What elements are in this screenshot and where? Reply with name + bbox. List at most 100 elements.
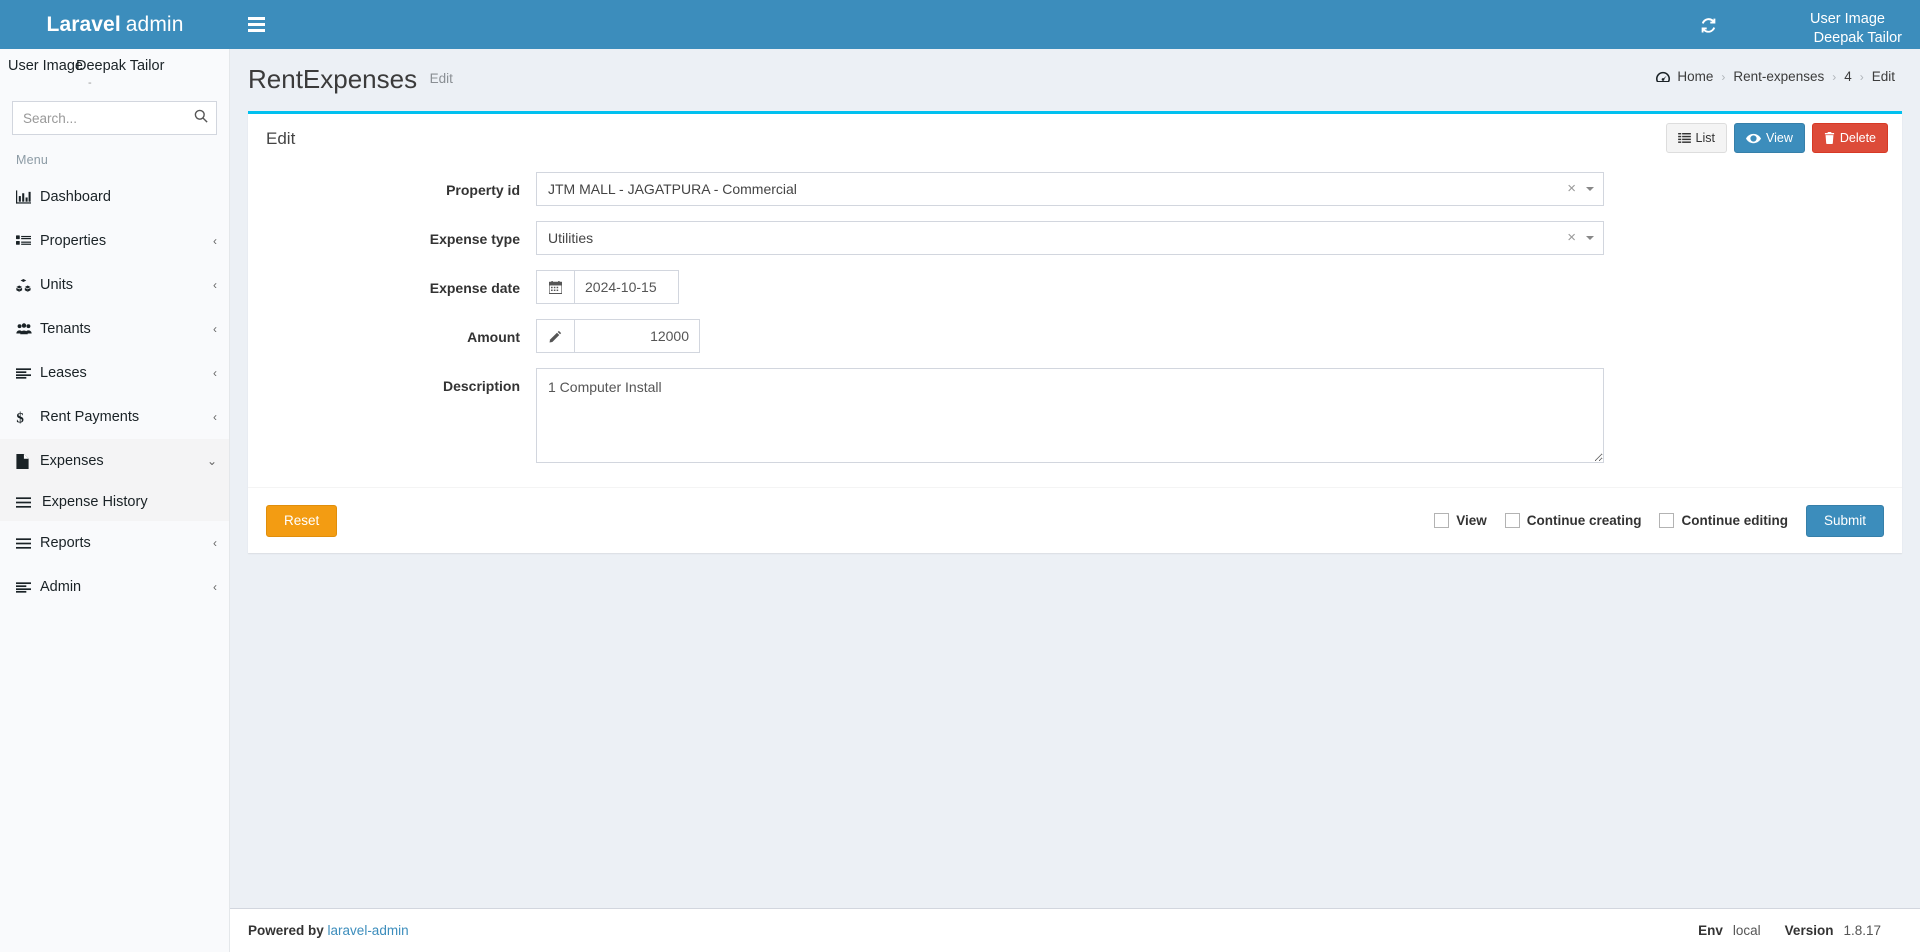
page-title: RentExpenses xyxy=(248,64,418,94)
caret-down-icon[interactable] xyxy=(1586,187,1594,191)
dollar-icon: $ xyxy=(16,410,40,424)
property-id-clear-icon[interactable]: × xyxy=(1567,179,1576,199)
navbar-user-menu[interactable]: User Image Deepak Tailor xyxy=(1730,10,1920,48)
description-control: 1 Computer Install xyxy=(536,368,1884,468)
calendar-icon xyxy=(536,270,574,304)
edit-form-box: Edit List View Delete Property id JTM MA… xyxy=(248,111,1902,553)
view-button[interactable]: View xyxy=(1733,123,1805,153)
sidebar-subitem-label: Expense History xyxy=(42,494,148,510)
sidebar-item-caret: ‹ xyxy=(213,322,217,336)
expense-type-value: Utilities xyxy=(548,230,594,246)
sidebar-toggle-button[interactable] xyxy=(230,0,282,49)
expense-type-select[interactable]: Utilities × xyxy=(536,221,1604,255)
pencil-icon xyxy=(536,319,574,353)
align-left-icon xyxy=(16,581,40,593)
property-id-select[interactable]: JTM MALL - JAGATPURA - Commercial × xyxy=(536,172,1604,206)
breadcrumb-item-home[interactable]: Home xyxy=(1677,69,1713,84)
sidebar-user-panel[interactable]: User Image Deepak Tailor - xyxy=(0,49,229,91)
main-footer: Powered by laravel-admin Env local Versi… xyxy=(230,908,1920,952)
bar-chart-icon xyxy=(16,190,40,204)
version-label: Version xyxy=(1784,923,1834,938)
reset-button[interactable]: Reset xyxy=(266,504,338,537)
expense-type-clear-icon[interactable]: × xyxy=(1567,228,1576,248)
amount-input[interactable] xyxy=(574,319,700,353)
refresh-button[interactable] xyxy=(1686,10,1730,40)
sidebar-item-caret: ‹ xyxy=(213,580,217,594)
navbar-user-image-alt: User Image xyxy=(1810,11,1885,27)
amount-control xyxy=(536,319,1884,353)
sidebar-item-tenants[interactable]: Tenants ‹ xyxy=(0,307,229,351)
sidebar-item-label: Admin xyxy=(40,579,82,595)
sidebar-item-expense-history[interactable]: Expense History xyxy=(0,483,229,521)
sidebar-item-label: Dashboard xyxy=(40,189,111,205)
sidebar-item-leases-wrap: Leases ‹ xyxy=(0,351,229,395)
checkbox-continue-creating-box[interactable] xyxy=(1504,513,1520,528)
delete-button[interactable]: Delete xyxy=(1811,123,1888,153)
sidebar-item-expenses-wrap: Expenses ⌄ Expense History xyxy=(0,439,229,521)
version-value: 1.8.17 xyxy=(1843,923,1881,938)
property-id-control: JTM MALL - JAGATPURA - Commercial × xyxy=(536,172,1884,206)
navbar-right-menu: User Image Deepak Tailor xyxy=(1686,0,1920,49)
sidebar: User Image Deepak Tailor - Menu Dashb xyxy=(0,49,230,952)
svg-text:$: $ xyxy=(16,410,24,424)
sidebar-item-caret: ‹ xyxy=(213,234,217,248)
checkbox-view-box[interactable] xyxy=(1434,513,1450,528)
brand-logo-bold: Laravel xyxy=(46,12,121,36)
form-group-expense-type: Expense type Utilities × xyxy=(248,221,1902,255)
breadcrumb-item-record-id[interactable]: 4 xyxy=(1844,69,1852,84)
sidebar-item-properties-wrap: Properties ‹ xyxy=(0,219,229,263)
trash-icon xyxy=(1824,132,1835,144)
sidebar-item-expenses[interactable]: Expenses ⌄ xyxy=(0,439,229,483)
breadcrumb: Home › Rent-expenses › 4 › Edit xyxy=(1656,69,1895,84)
checkbox-continue-editing[interactable]: Continue editing xyxy=(1659,513,1788,528)
hamburger-icon xyxy=(247,14,265,35)
form-group-description: Description 1 Computer Install xyxy=(248,368,1902,468)
bars-icon xyxy=(16,496,42,508)
sidebar-item-admin[interactable]: Admin ‹ xyxy=(0,565,229,609)
sidebar-item-leases[interactable]: Leases ‹ xyxy=(0,351,229,395)
box-footer: Reset View Continue creating Continue ed… xyxy=(248,487,1902,553)
refresh-icon xyxy=(1701,17,1715,33)
property-id-label: Property id xyxy=(446,182,520,198)
brand-logo[interactable]: Laravel admin xyxy=(0,0,230,49)
sidebar-menu: Dashboard Properties ‹ Units ‹ Tenants ‹… xyxy=(0,175,229,609)
breadcrumb-item-rent-expenses[interactable]: Rent-expenses xyxy=(1733,69,1824,84)
align-left-icon xyxy=(16,367,40,379)
checkbox-continue-editing-box[interactable] xyxy=(1659,513,1675,528)
env-value: local xyxy=(1732,923,1761,938)
sidebar-subitem-expense-history-wrap: Expense History xyxy=(0,483,229,521)
property-id-value: JTM MALL - JAGATPURA - Commercial xyxy=(548,181,797,197)
sidebar-item-rent-payments[interactable]: $ Rent Payments ‹ xyxy=(0,395,229,439)
top-navbar: Laravel admin User Image Deepak Tailor xyxy=(0,0,1920,49)
file-icon xyxy=(16,453,40,469)
sidebar-item-dashboard-wrap: Dashboard xyxy=(0,175,229,219)
box-header: Edit List View Delete xyxy=(248,114,1902,164)
sidebar-item-properties[interactable]: Properties ‹ xyxy=(0,219,229,263)
sidebar-item-dashboard[interactable]: Dashboard xyxy=(0,175,229,219)
checkbox-continue-editing-label: Continue editing xyxy=(1681,513,1788,528)
submit-button[interactable]: Submit xyxy=(1805,504,1884,537)
search-input[interactable] xyxy=(12,101,217,135)
sidebar-broken-image-mark: - xyxy=(88,77,92,89)
expense-date-input[interactable] xyxy=(574,270,679,304)
sidebar-item-caret: ‹ xyxy=(213,278,217,292)
sidebar-item-rent-payments-wrap: $ Rent Payments ‹ xyxy=(0,395,229,439)
amount-label: Amount xyxy=(467,329,520,345)
checkbox-view[interactable]: View xyxy=(1434,513,1487,528)
box-title: Edit xyxy=(266,129,296,148)
description-textarea[interactable]: 1 Computer Install xyxy=(536,368,1604,463)
checkbox-continue-creating[interactable]: Continue creating xyxy=(1504,513,1641,528)
sidebar-submenu-expenses: Expense History xyxy=(0,483,229,521)
navbar-user-name: Deepak Tailor xyxy=(1813,30,1902,46)
sidebar-item-label: Units xyxy=(40,277,74,293)
list-button-label: List xyxy=(1695,131,1715,145)
list-button[interactable]: List xyxy=(1665,123,1727,153)
sidebar-item-units[interactable]: Units ‹ xyxy=(0,263,229,307)
sidebar-item-label: Rent Payments xyxy=(40,409,140,425)
caret-down-icon[interactable] xyxy=(1586,236,1594,240)
form-footer-right: View Continue creating Continue editing … xyxy=(1434,504,1884,537)
bars-icon xyxy=(16,537,40,549)
sidebar-item-reports[interactable]: Reports ‹ xyxy=(0,521,229,565)
laravel-admin-link[interactable]: laravel-admin xyxy=(328,923,409,938)
cubes-icon xyxy=(16,278,40,292)
